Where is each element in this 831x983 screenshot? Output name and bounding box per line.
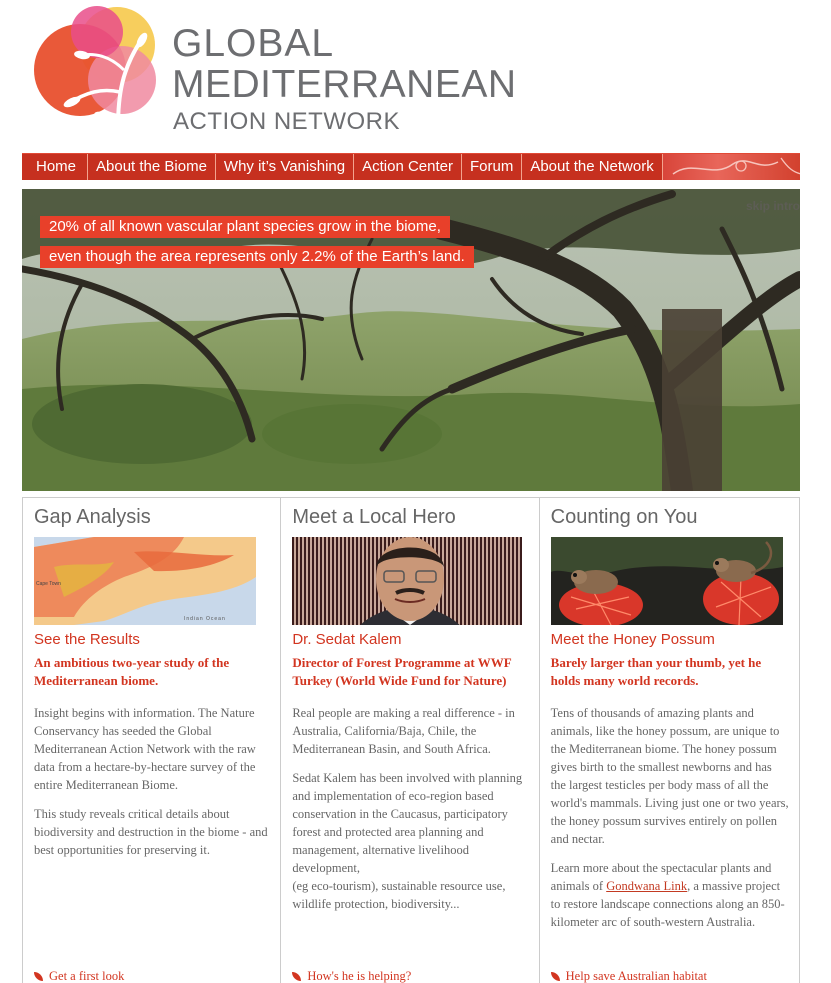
column-body: Insight begins with information. The Nat… [34, 704, 270, 859]
column-paragraph: Tens of thousands of amazing plants and … [550, 706, 789, 846]
column-paragraph: (eg eco-tourism), sustainable resource u… [292, 879, 506, 911]
help-save-habitat-link[interactable]: Help save Australian habitat [550, 969, 707, 983]
map-label-indian-ocean: Indian Ocean [184, 616, 226, 622]
main-nav: Home About the Biome Why it’s Vanishing … [22, 153, 800, 180]
portrait-image[interactable] [292, 537, 523, 625]
map-label-cape-town: Cape Town [36, 581, 61, 587]
column-paragraph: Real people are making a real difference… [292, 706, 515, 756]
nav-item-forum[interactable]: Forum [462, 154, 523, 180]
meet-the-honey-possum-link[interactable]: Meet the Honey Possum [551, 631, 789, 648]
column-body: Real people are making a real difference… [292, 704, 528, 913]
hows-he-helping-link[interactable]: How's he is helping? [292, 969, 411, 983]
hero-banner: skip intro 20% of all known vascular pla… [22, 189, 800, 491]
column-lead: An ambitious two-year study of the Medit… [34, 655, 230, 688]
logo-text-action-network: ACTION NETWORK [173, 108, 400, 135]
leaf-bullet-icon [550, 972, 560, 981]
honey-possum-image[interactable] [550, 537, 783, 625]
leaf-bullet-icon [34, 972, 43, 981]
column-counting-on-you: Counting on You Meet the Honey Possum Ba… [540, 498, 799, 983]
logo-leaf-icon [34, 6, 156, 129]
nav-item-about-the-biome[interactable]: About the Biome [88, 154, 216, 180]
gondwana-link[interactable]: Gondwana Link [606, 879, 687, 893]
get-a-first-look-link[interactable]: Get a first look [34, 969, 124, 983]
honey-possum-icon [550, 537, 783, 625]
column-lead: Barely larger than your thumb, yet he ho… [550, 655, 762, 688]
column-local-hero: Meet a Local Hero Dr. Sedat Kalem Direct… [281, 498, 540, 983]
leaf-bullet-icon [292, 972, 302, 981]
logo-text-global: GLOBAL [172, 22, 335, 65]
nav-decoration [662, 154, 800, 180]
feature-columns: Gap Analysis Cape Town Indian Ocean See … [22, 497, 800, 983]
see-the-results-link[interactable]: See the Results [34, 631, 270, 648]
column-body: Tens of thousands of amazing plants and … [551, 704, 789, 931]
logo-text-mediterranean: MEDITERRANEAN [172, 63, 517, 106]
footer-link-label: How's he is helping? [307, 969, 412, 983]
site-logo[interactable]: GLOBAL MEDITERRANEAN ACTION NETWORK [22, 0, 542, 145]
footer-link-label: Help save Australian habitat [565, 969, 707, 983]
map-image[interactable]: Cape Town Indian Ocean [34, 537, 256, 625]
map-icon: Cape Town Indian Ocean [34, 537, 256, 625]
column-paragraph: Insight begins with information. The Nat… [34, 706, 256, 792]
portrait-icon [292, 537, 523, 625]
column-title: Counting on You [550, 506, 698, 528]
column-title: Gap Analysis [34, 506, 151, 528]
nav-item-home[interactable]: Home [22, 154, 89, 180]
column-gap-analysis: Gap Analysis Cape Town Indian Ocean See … [23, 498, 282, 983]
column-paragraph: Learn more about the spectacular plants … [551, 859, 789, 931]
column-lead: Director of Forest Programme at WWF Turk… [292, 655, 512, 688]
skip-intro-link[interactable]: skip intro [746, 199, 800, 213]
hero-caption-line2: even though the area represents only 2.2… [40, 246, 474, 268]
nav-item-why-its-vanishing[interactable]: Why it’s Vanishing [216, 154, 355, 180]
nav-swirl-icon [672, 157, 800, 175]
hero-caption-line1: 20% of all known vascular plant species … [40, 216, 450, 238]
column-paragraph: Sedat Kalem has been involved with plann… [292, 771, 523, 875]
nav-item-about-the-network[interactable]: About the Network [522, 154, 663, 180]
column-paragraph: This study reveals critical details abou… [34, 807, 268, 857]
nav-item-action-center[interactable]: Action Center [354, 154, 462, 180]
dr-sedat-kalem-link[interactable]: Dr. Sedat Kalem [292, 631, 528, 648]
footer-link-label: Get a first look [49, 969, 125, 983]
column-title: Meet a Local Hero [292, 506, 456, 528]
